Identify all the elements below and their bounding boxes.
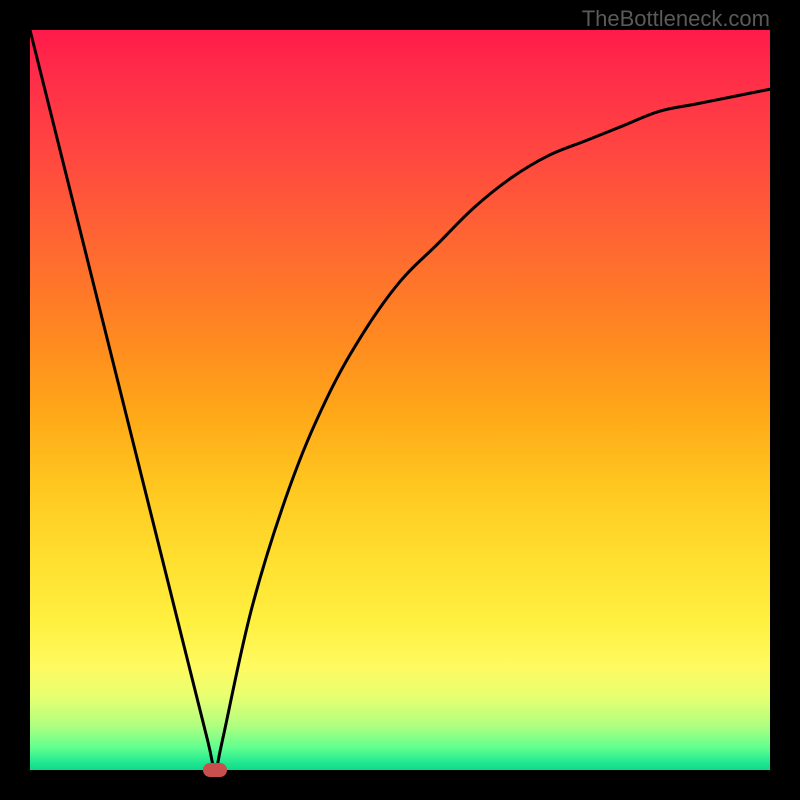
- minimum-marker: [203, 763, 227, 777]
- bottleneck-curve: [30, 30, 770, 770]
- watermark-text: TheBottleneck.com: [582, 6, 770, 32]
- plot-area: [30, 30, 770, 770]
